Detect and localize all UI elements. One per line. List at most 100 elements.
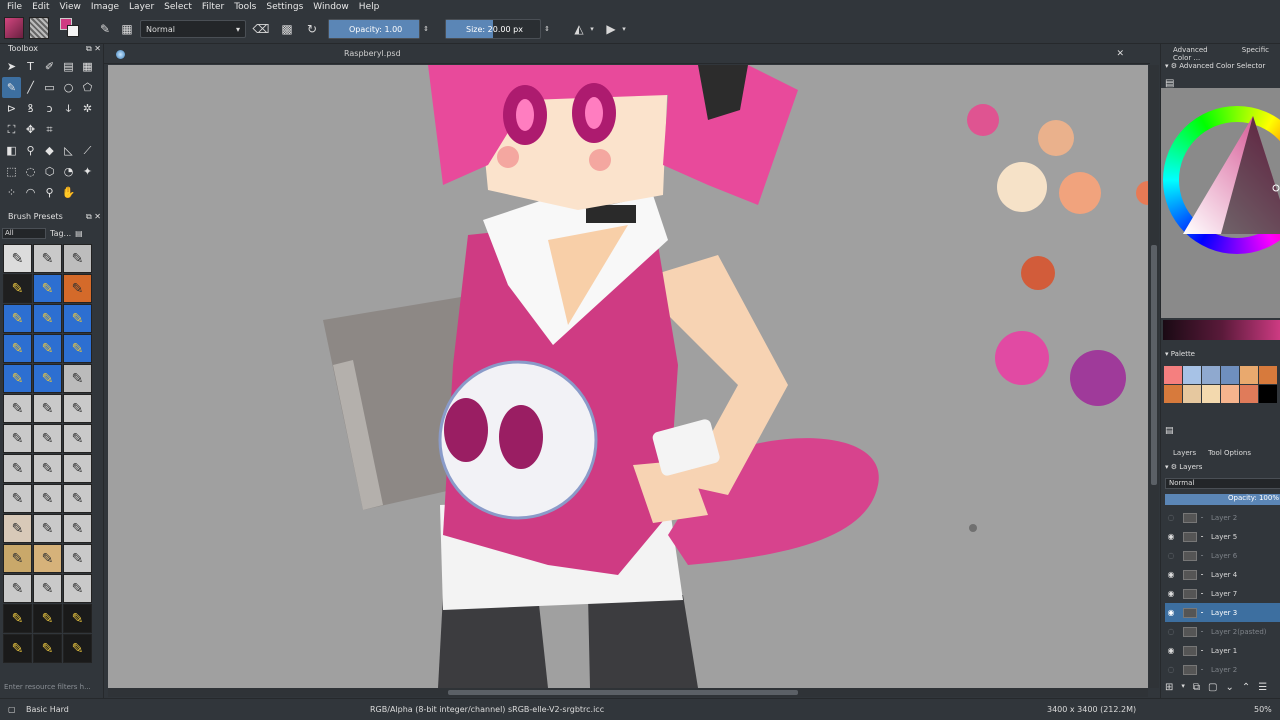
brush-preset-tile[interactable]: ✎ <box>63 514 92 543</box>
ellipse-select-tool-icon[interactable]: ◌ <box>21 161 40 182</box>
freehand-path-tool-icon[interactable]: ↄ <box>40 98 59 119</box>
brush-preset-tile[interactable]: ✎ <box>3 424 32 453</box>
brush-preset-tile[interactable]: ✎ <box>33 574 62 603</box>
brush-preset-tile[interactable]: ✎ <box>63 274 92 303</box>
palette-swatch[interactable] <box>1221 366 1239 384</box>
scrollbar-thumb[interactable] <box>1151 245 1157 485</box>
brush-preset-tile[interactable]: ✎ <box>3 454 32 483</box>
brush-preset-tile[interactable]: ✎ <box>3 394 32 423</box>
rectangle-tool-icon[interactable]: ▭ <box>40 77 59 98</box>
select-shapes-tool-icon[interactable]: ➤ <box>2 56 21 77</box>
measure-tool-icon[interactable]: ⟋ <box>78 140 97 161</box>
layer-row[interactable]: ◉ ⁃ Layer 4 <box>1165 565 1280 584</box>
brush-preset-tile[interactable]: ✎ <box>33 454 62 483</box>
brush-preset-tile[interactable]: ✎ <box>33 274 62 303</box>
brush-preset-tile[interactable]: ✎ <box>3 634 32 663</box>
brush-preset-tile[interactable]: ✎ <box>3 484 32 513</box>
brush-preset-tile[interactable]: ✎ <box>33 334 62 363</box>
chevron-down-icon[interactable]: ▾ <box>620 20 628 38</box>
menu-help[interactable]: Help <box>354 2 385 12</box>
menu-filter[interactable]: Filter <box>197 2 229 12</box>
pattern-swatch[interactable] <box>29 17 49 39</box>
brush-preset-tile[interactable]: ✎ <box>3 544 32 573</box>
menu-layer[interactable]: Layer <box>124 2 159 12</box>
polygon-select-tool-icon[interactable]: ⬡ <box>40 161 59 182</box>
menu-tools[interactable]: Tools <box>229 2 261 12</box>
shade-selector[interactable] <box>1163 320 1280 340</box>
brush-preset-tile[interactable]: ✎ <box>63 484 92 513</box>
opacity-spin-icon[interactable]: ⇕ <box>421 20 431 38</box>
eye-closed-icon[interactable]: ◌ <box>1165 665 1177 674</box>
pan-tool-icon[interactable]: ✋ <box>59 182 78 203</box>
calligraphy-tool-icon[interactable]: ▤ <box>59 56 78 77</box>
brush-preset-tile[interactable]: ✎ <box>33 544 62 573</box>
brush-preset-tile[interactable]: ✎ <box>63 364 92 393</box>
brush-preset-tile[interactable]: ✎ <box>3 244 32 273</box>
brush-preset-tile[interactable]: ✎ <box>63 334 92 363</box>
brush-preset-tile[interactable]: ✎ <box>3 334 32 363</box>
rect-select-tool-icon[interactable]: ⬚ <box>2 161 21 182</box>
eye-icon[interactable]: ◉ <box>1165 532 1177 541</box>
brush-editor-icon[interactable]: ✎ <box>96 20 114 38</box>
tab-specific-color[interactable]: Specific <box>1230 44 1280 58</box>
similar-select-tool-icon[interactable]: ⁘ <box>2 182 21 203</box>
blend-mode-select[interactable]: Normal ▾ <box>140 20 246 38</box>
layer-row[interactable]: ◌ ⁃ Layer 2 <box>1165 660 1280 679</box>
horizontal-scrollbar[interactable] <box>108 688 1148 697</box>
tab-tool-options[interactable]: Tool Options <box>1208 449 1251 457</box>
delete-layer-icon[interactable]: ▢ <box>1208 682 1217 696</box>
add-layer-icon[interactable]: ⊞ <box>1165 682 1173 696</box>
eye-closed-icon[interactable]: ◌ <box>1165 551 1177 560</box>
mirror-horizontal-icon[interactable]: ◭ <box>570 20 588 38</box>
layer-row[interactable]: ◉ ⁃ Layer 5 <box>1165 527 1280 546</box>
duplicate-layer-icon[interactable]: ⧉ <box>1193 682 1200 696</box>
color-picker-tool-icon[interactable]: ⚲ <box>21 140 40 161</box>
palette-swatch[interactable] <box>1240 385 1258 403</box>
gradient-swatch[interactable] <box>4 17 24 39</box>
tag-select[interactable]: Tag... <box>50 229 71 238</box>
document-title[interactable]: Raspberyl.psd <box>344 49 401 58</box>
docker-float-close-icon[interactable]: ⧉ ✕ <box>86 212 101 222</box>
brush-preset-tile[interactable]: ✎ <box>33 604 62 633</box>
close-icon[interactable]: ✕ <box>1116 49 1124 59</box>
reload-preset-icon[interactable]: ↻ <box>303 20 321 38</box>
palette-swatch[interactable] <box>1183 385 1201 403</box>
brush-preset-tile[interactable]: ✎ <box>33 364 62 393</box>
zoom-level[interactable]: 50% <box>1254 705 1272 714</box>
brush-preset-tile[interactable]: ✎ <box>3 304 32 333</box>
transform-tool-icon[interactable]: ⛶ <box>2 119 21 140</box>
layer-row[interactable]: ◉ ⁃ Layer 1 <box>1165 641 1280 660</box>
layer-row[interactable]: ◉ ⁃ Layer 3 <box>1165 603 1280 622</box>
preset-view-icon[interactable]: ▤ <box>75 229 83 238</box>
line-tool-icon[interactable]: ╱ <box>21 77 40 98</box>
brush-preset-tile[interactable]: ✎ <box>33 484 62 513</box>
assistant-tool-icon[interactable]: ◺ <box>59 140 78 161</box>
palette-swatch[interactable] <box>1221 385 1239 403</box>
scrollbar-thumb[interactable] <box>448 690 798 695</box>
bezier-select-tool-icon[interactable]: ◠ <box>21 182 40 203</box>
freehand-select-tool-icon[interactable]: ◔ <box>59 161 78 182</box>
palette-swatch[interactable] <box>1164 385 1182 403</box>
background-color[interactable] <box>67 25 79 37</box>
menu-settings[interactable]: Settings <box>261 2 308 12</box>
brush-preset-tile[interactable]: ✎ <box>33 244 62 273</box>
brush-preset-tile[interactable]: ✎ <box>33 394 62 423</box>
tab-advanced-color[interactable]: Advanced Color ... <box>1161 44 1230 62</box>
docker-float-close-icon[interactable]: ⧉ ✕ <box>86 44 101 54</box>
ellipse-tool-icon[interactable]: ○ <box>59 77 78 98</box>
brush-preset-tile[interactable]: ✎ <box>63 454 92 483</box>
zoom-tool-icon[interactable]: ⚲ <box>40 182 59 203</box>
eye-icon[interactable]: ◉ <box>1165 608 1177 617</box>
pattern-tool-icon[interactable]: ▦ <box>78 56 97 77</box>
brush-preset-tile[interactable]: ✎ <box>63 394 92 423</box>
dynamic-brush-tool-icon[interactable]: ↆ <box>59 98 78 119</box>
multibrush-tool-icon[interactable]: ✲ <box>78 98 97 119</box>
mirror-vertical-icon[interactable]: ▶ <box>602 20 620 38</box>
move-tool-icon[interactable]: ✥ <box>21 119 40 140</box>
layer-properties-icon[interactable]: ☰ <box>1258 682 1267 696</box>
brush-preset-tile[interactable]: ✎ <box>3 514 32 543</box>
palette-swatch[interactable] <box>1164 366 1182 384</box>
eraser-icon[interactable]: ⌫ <box>252 20 270 38</box>
text-tool-icon[interactable]: T <box>21 56 40 77</box>
brush-preset-tile[interactable]: ✎ <box>33 514 62 543</box>
